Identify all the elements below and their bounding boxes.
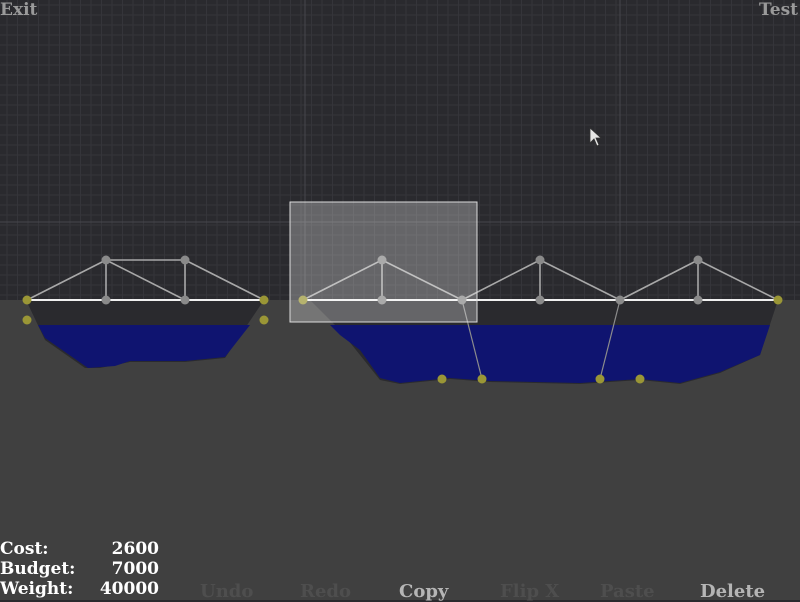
weight-label: Weight: <box>0 579 74 599</box>
budget-label: Budget: <box>0 559 76 579</box>
anchor-point <box>477 374 487 384</box>
anchor-point <box>595 374 605 384</box>
joint[interactable] <box>180 255 190 265</box>
flip-x-button[interactable]: Flip X <box>500 582 559 602</box>
joint[interactable] <box>535 295 545 305</box>
copy-button[interactable]: Copy <box>399 582 448 602</box>
joint[interactable] <box>535 255 545 265</box>
cost-value: 2600 <box>111 539 159 559</box>
test-button[interactable]: Test <box>759 0 798 20</box>
anchor-point <box>22 315 32 325</box>
bridge-editor-canvas[interactable] <box>0 0 800 600</box>
joint[interactable] <box>693 295 703 305</box>
anchor-point <box>259 315 269 325</box>
budget-value: 7000 <box>111 559 159 579</box>
anchor-point <box>437 374 447 384</box>
selection-rectangle[interactable] <box>289 201 478 323</box>
anchor-point <box>773 295 783 305</box>
redo-button[interactable]: Redo <box>300 582 351 602</box>
undo-button[interactable]: Undo <box>200 582 253 602</box>
joint[interactable] <box>180 295 190 305</box>
weight-value: 40000 <box>99 579 159 599</box>
joint[interactable] <box>615 295 625 305</box>
delete-button[interactable]: Delete <box>700 582 765 602</box>
anchor-point <box>22 295 32 305</box>
water-right <box>330 325 770 383</box>
cost-label: Cost: <box>0 539 49 559</box>
paste-button[interactable]: Paste <box>600 582 655 602</box>
anchor-point <box>635 374 645 384</box>
joint[interactable] <box>693 255 703 265</box>
joint[interactable] <box>101 295 111 305</box>
anchor-point <box>259 295 269 305</box>
exit-button[interactable]: Exit <box>0 0 37 20</box>
joint[interactable] <box>101 255 111 265</box>
